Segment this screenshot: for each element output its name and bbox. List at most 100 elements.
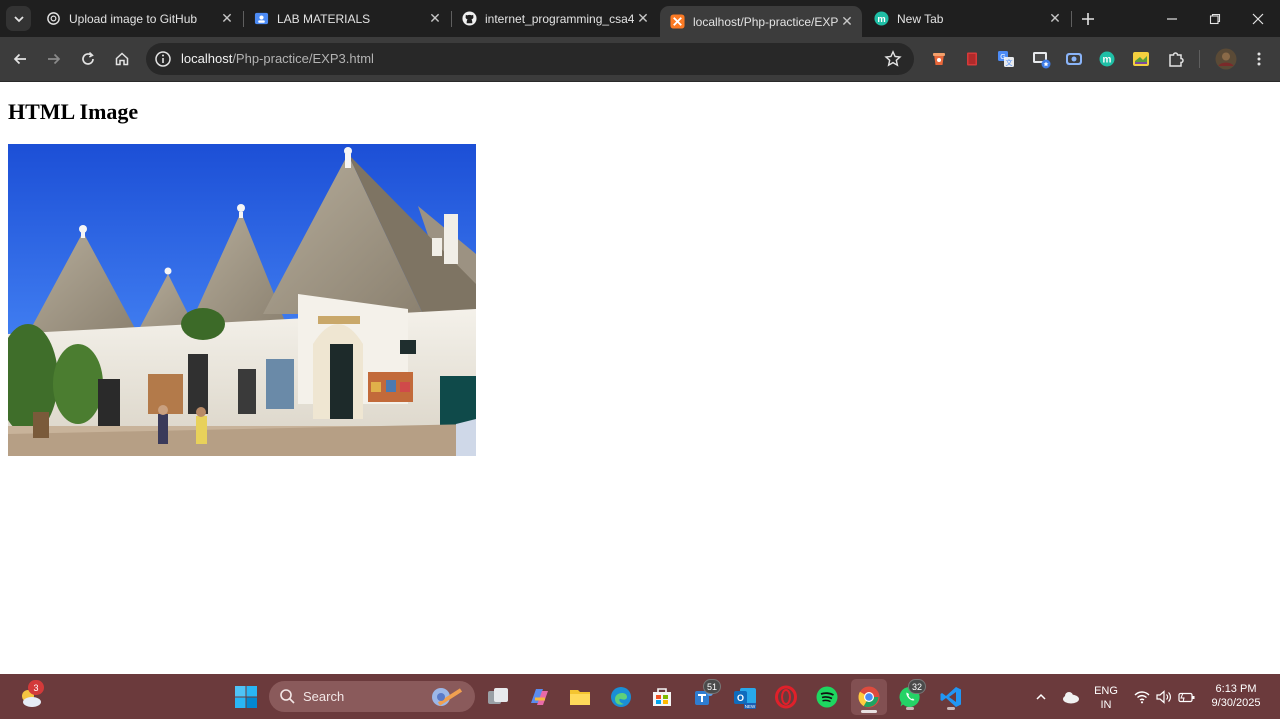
- home-icon: [115, 52, 129, 66]
- windows-taskbar: 3 Search 51 O NEW 32 ENG IN 6:13 PM 9/30…: [0, 674, 1280, 719]
- puzzle-icon[interactable]: [1166, 49, 1186, 69]
- browser-toolbar: localhost/Php-practice/EXP3.html G文 m: [0, 37, 1280, 82]
- arrow-left-icon: [13, 53, 26, 65]
- running-indicator: [861, 710, 877, 713]
- close-icon[interactable]: ✕: [634, 10, 652, 28]
- restore-icon: [1209, 13, 1221, 24]
- xampp-icon: [670, 14, 685, 29]
- screen-capture-extension-icon[interactable]: [1031, 49, 1051, 69]
- tab-strip: Upload image to GitHub ✕ LAB MATERIALS ✕…: [0, 0, 1280, 37]
- new-tab-button[interactable]: [1077, 8, 1099, 30]
- plus-icon: [1082, 13, 1094, 25]
- onedrive-icon[interactable]: [1056, 682, 1086, 712]
- classroom-icon: [254, 11, 269, 26]
- arrow-right-icon: [48, 53, 61, 65]
- highlighter-extension-icon[interactable]: [1131, 49, 1151, 69]
- svg-text:O: O: [737, 693, 744, 703]
- clock[interactable]: 6:13 PM 9/30/2025: [1203, 682, 1269, 710]
- reload-icon: [82, 51, 94, 65]
- svg-text:NEW: NEW: [745, 704, 756, 709]
- minimize-button[interactable]: [1150, 0, 1194, 37]
- tab-search-button[interactable]: [6, 6, 31, 31]
- teams-badge: 51: [703, 679, 722, 694]
- chrome-icon[interactable]: [851, 679, 887, 715]
- running-indicator: [906, 707, 914, 710]
- address-bar[interactable]: localhost/Php-practice/EXP3.html: [146, 43, 914, 75]
- camera-extension-icon[interactable]: [1064, 49, 1084, 69]
- back-button[interactable]: [5, 44, 35, 74]
- close-icon: [1252, 13, 1264, 24]
- tab-title: Upload image to GitHub: [69, 11, 198, 26]
- tab-lab-materials[interactable]: LAB MATERIALS ✕: [244, 0, 450, 37]
- close-icon[interactable]: ✕: [1046, 10, 1064, 28]
- url-path: /Php-practice/EXP3.html: [232, 51, 374, 66]
- weather-badge: 3: [28, 680, 44, 695]
- taskbar-search-box[interactable]: Search: [269, 681, 475, 712]
- close-icon[interactable]: ✕: [426, 10, 444, 28]
- running-indicator: [947, 707, 955, 710]
- chevron-up-icon[interactable]: [1026, 682, 1056, 712]
- task-view-icon[interactable]: [483, 682, 513, 712]
- microsoft-store-icon[interactable]: [647, 682, 677, 712]
- vscode-icon[interactable]: [936, 682, 966, 712]
- close-icon[interactable]: ✕: [838, 13, 856, 31]
- reload-button[interactable]: [73, 44, 103, 74]
- battery-icon[interactable]: [1172, 682, 1202, 712]
- m-icon: m: [874, 11, 889, 26]
- trulli-houses-photo: [8, 144, 476, 456]
- svg-text:文: 文: [1006, 58, 1013, 67]
- tab-title: internet_programming_csa4: [485, 11, 634, 26]
- github-icon: [462, 11, 477, 26]
- site-info-icon[interactable]: [154, 50, 172, 68]
- search-icon: [280, 689, 295, 704]
- weather-icon[interactable]: 3: [15, 680, 45, 712]
- minimize-icon: [1167, 17, 1177, 20]
- tab-title: LAB MATERIALS: [277, 11, 371, 26]
- close-window-button[interactable]: [1236, 0, 1280, 37]
- tab-title: New Tab: [897, 11, 944, 26]
- chevron-down-icon: [13, 15, 24, 22]
- home-button[interactable]: [107, 44, 137, 74]
- windows-icon: [235, 686, 257, 708]
- tab-localhost-exp3[interactable]: localhost/Php-practice/EXP3 ✕: [660, 6, 862, 37]
- clock-date: 9/30/2025: [1211, 697, 1261, 709]
- page-heading: HTML Image: [8, 99, 139, 124]
- openai-icon: [46, 11, 61, 26]
- restore-button[interactable]: [1193, 0, 1237, 37]
- toolbar-divider: [1199, 50, 1200, 68]
- search-highlight-icon: [432, 688, 463, 706]
- profile-avatar[interactable]: [1215, 48, 1237, 70]
- tab-new-tab[interactable]: m New Tab ✕: [864, 0, 1070, 37]
- forward-button[interactable]: [39, 44, 69, 74]
- whatsapp-badge: 32: [908, 679, 927, 694]
- url-host: localhost: [181, 51, 233, 66]
- region-code: IN: [1100, 699, 1112, 711]
- language-indicator[interactable]: ENG IN: [1092, 684, 1120, 712]
- language-code: ENG: [1094, 685, 1118, 697]
- clock-time: 6:13 PM: [1215, 683, 1257, 695]
- search-label: Search: [303, 689, 345, 704]
- bookmark-star-icon[interactable]: [884, 50, 902, 68]
- bookmark-extension-icon[interactable]: [962, 49, 982, 69]
- start-button[interactable]: [231, 682, 261, 712]
- url-text[interactable]: localhost/Php-practice/EXP3.html: [181, 51, 374, 66]
- file-explorer-icon[interactable]: [565, 682, 595, 712]
- copilot-icon[interactable]: [524, 682, 554, 712]
- tab-title: localhost/Php-practice/EXP3: [693, 14, 838, 29]
- pin-extension-icon[interactable]: [929, 49, 949, 69]
- opera-icon[interactable]: [771, 682, 801, 712]
- menu-dots-icon[interactable]: [1249, 49, 1269, 69]
- close-icon[interactable]: ✕: [218, 10, 236, 28]
- edge-icon[interactable]: [606, 682, 636, 712]
- svg-text:m: m: [1103, 55, 1112, 66]
- spotify-icon[interactable]: [812, 682, 842, 712]
- whatsapp-icon[interactable]: 32: [895, 679, 927, 712]
- tab-upload-image[interactable]: Upload image to GitHub ✕: [36, 0, 242, 37]
- translate-extension-icon[interactable]: G文: [996, 49, 1016, 69]
- outlook-icon[interactable]: O NEW: [730, 682, 760, 712]
- teams-icon[interactable]: 51: [689, 679, 722, 712]
- svg-text:m: m: [877, 14, 885, 24]
- m-extension-icon[interactable]: m: [1097, 49, 1117, 69]
- web-page: HTML Image: [0, 82, 1280, 674]
- tab-github-repo[interactable]: internet_programming_csa4 ✕: [452, 0, 658, 37]
